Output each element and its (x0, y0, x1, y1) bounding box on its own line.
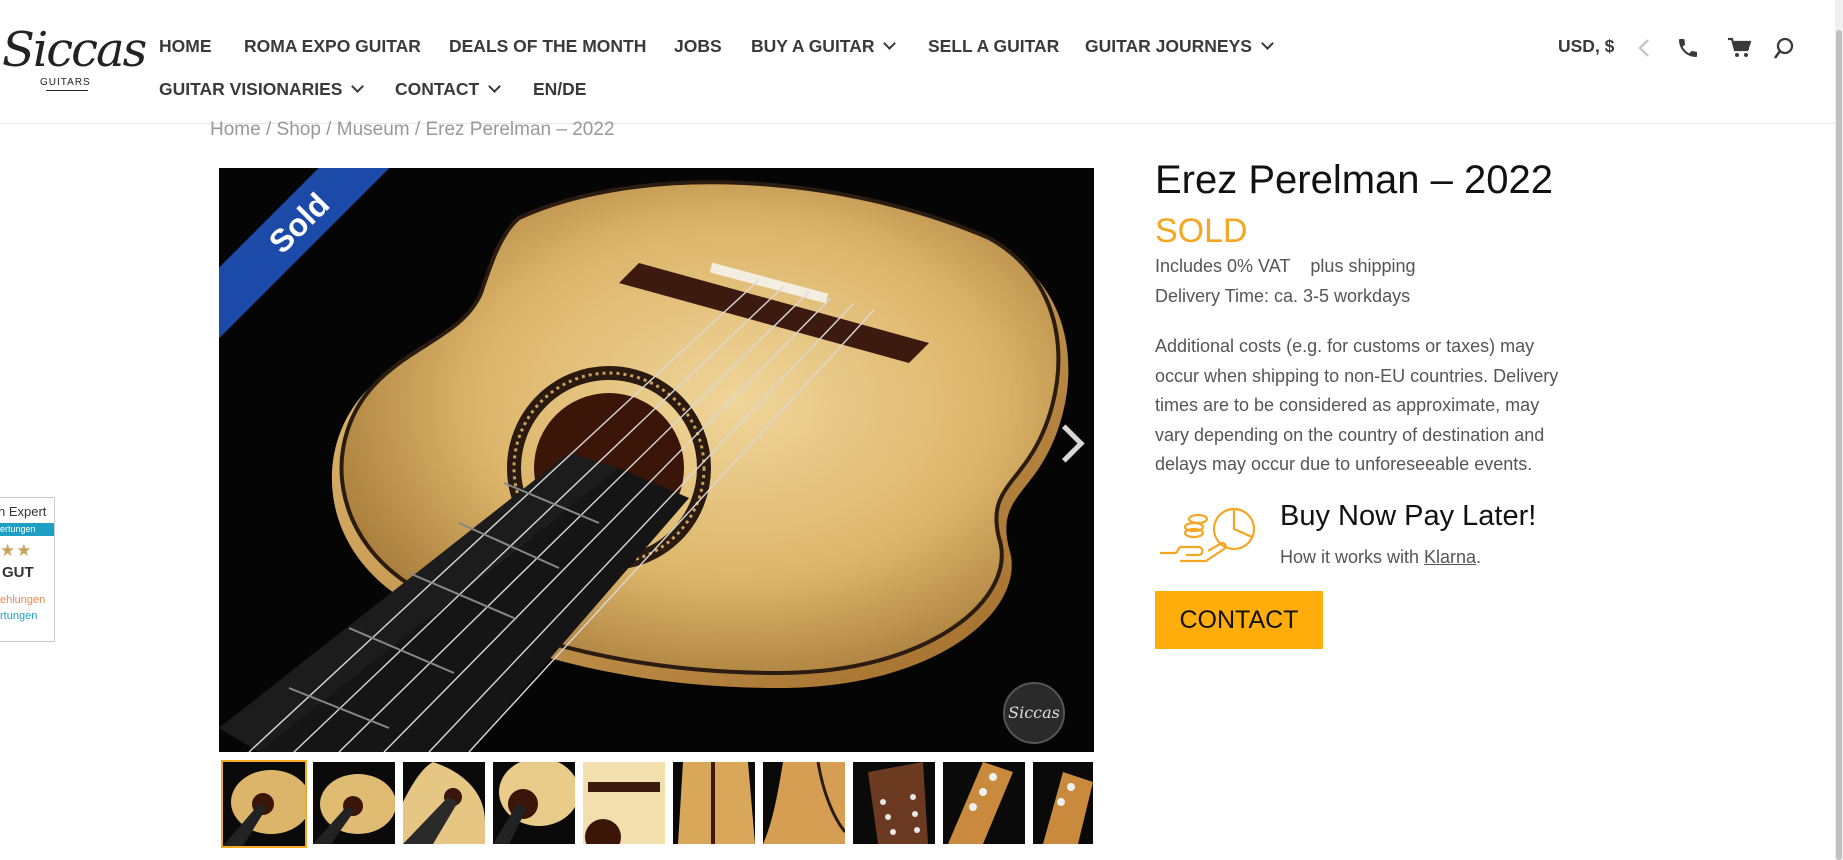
cart-icon[interactable] (1727, 37, 1751, 59)
chevron-down-icon (883, 37, 897, 50)
vat-text: Includes 0% VAT (1155, 256, 1291, 276)
page-scrollbar[interactable] (1835, 0, 1843, 860)
thumbnail-6[interactable] (673, 762, 755, 844)
rating-stars: ★★ (0, 541, 33, 560)
guitar-photo: Siccas (219, 168, 1094, 752)
bnpl-sub-text: How it works with (1280, 547, 1425, 567)
site-header: Siccas GUITARS HOME ROMA EXPO GUITAR DEA… (0, 0, 1835, 124)
nav-sell-guitar-label: SELL A GUITAR (928, 36, 1060, 56)
thumbnail-3[interactable] (403, 762, 485, 844)
product-main-image[interactable]: Siccas Sold (219, 168, 1094, 752)
nav-guitar-journeys-label: GUITAR JOURNEYS (1085, 36, 1252, 56)
breadcrumb-sep: / (409, 119, 426, 140)
logo-underline (46, 90, 88, 91)
breadcrumb-museum[interactable]: Museum (337, 119, 410, 140)
shipping-link[interactable]: plus shipping (1310, 256, 1415, 276)
buy-now-pay-later-icon (1160, 507, 1256, 563)
breadcrumb-home[interactable]: Home (210, 119, 261, 140)
breadcrumb-sep: / (260, 119, 277, 140)
bnpl-sub-suffix: . (1476, 547, 1482, 567)
nav-contact-label: CONTACT (395, 79, 480, 99)
nav-guitar-journeys[interactable]: GUITAR JOURNEYS (1085, 36, 1274, 57)
phone-icon[interactable] (1676, 36, 1700, 60)
additional-costs-note: Additional costs (e.g. for customs or ta… (1155, 336, 1559, 475)
thumbnail-4[interactable] (493, 762, 575, 844)
thumbnail-1[interactable] (221, 760, 307, 848)
klarna-link[interactable]: Klarna (1424, 547, 1476, 567)
chevron-down-icon (351, 80, 365, 93)
thumbnail-7[interactable] (763, 762, 845, 844)
nav-roma-expo-label: ROMA EXPO GUITAR (244, 36, 421, 56)
thumbnail-5[interactable] (583, 762, 665, 844)
nav-home[interactable]: HOME (159, 36, 212, 57)
nav-contact[interactable]: CONTACT (395, 79, 502, 100)
nav-language[interactable]: EN/DE (533, 79, 586, 100)
breadcrumb-shop[interactable]: Shop (277, 119, 321, 140)
thumbnail-9[interactable] (943, 762, 1025, 844)
contact-button[interactable]: CONTACT (1155, 591, 1323, 649)
nav-roma-expo[interactable]: ROMA EXPO GUITAR (244, 36, 421, 57)
bnpl-title: Buy Now Pay Later! (1280, 500, 1537, 532)
thumbnail-2[interactable] (313, 762, 395, 844)
currency-switcher[interactable]: USD, $ (1558, 36, 1614, 57)
vat-info: Includes 0% VAT plus shipping (1155, 256, 1416, 277)
chevron-left-icon[interactable] (1637, 38, 1651, 58)
search-icon[interactable] (1773, 37, 1795, 61)
trust-widget-bar: ertungen (0, 523, 54, 536)
thumbnail-10[interactable] (1033, 762, 1093, 844)
breadcrumb-current: Erez Perelman – 2022 (425, 119, 615, 140)
nav-guitar-visionaries[interactable]: GUITAR VISIONARIES (159, 79, 365, 100)
trust-widget[interactable]: n Expert ertungen ★★ GUT ehlungen rtunge… (0, 497, 55, 642)
scrollbar-thumb[interactable] (1836, 30, 1842, 860)
nav-buy-guitar-label: BUY A GUITAR (751, 36, 875, 56)
nav-jobs-label: JOBS (674, 36, 722, 56)
product-title: Erez Perelman – 2022 (1155, 158, 1554, 202)
thumbnail-8[interactable] (853, 762, 935, 844)
gallery-thumbnails (219, 760, 1094, 848)
nav-deals[interactable]: DEALS OF THE MONTH (449, 36, 646, 57)
bnpl-subtitle: How it works with Klarna. (1280, 547, 1481, 568)
chevron-down-icon (488, 80, 502, 93)
nav-language-label: EN/DE (533, 79, 587, 99)
delivery-time: Delivery Time: ca. 3-5 workdays (1155, 286, 1411, 306)
nav-home-label: HOME (159, 36, 212, 56)
nav-guitar-visionaries-label: GUITAR VISIONARIES (159, 79, 343, 99)
watermark-text: Siccas (1008, 703, 1060, 722)
breadcrumb: Home / Shop / Museum / Erez Perelman – 2… (210, 119, 615, 141)
logo-sub: GUITARS (40, 77, 91, 88)
product-status: SOLD (1155, 212, 1248, 250)
nav-jobs[interactable]: JOBS (674, 36, 722, 57)
breadcrumb-sep: / (320, 119, 337, 140)
nav-sell-guitar[interactable]: SELL A GUITAR (928, 36, 1059, 57)
nav-deals-label: DEALS OF THE MONTH (449, 36, 647, 56)
logo-script: Siccas (2, 22, 147, 78)
siccas-logo[interactable]: Siccas GUITARS (2, 22, 147, 92)
trust-widget-recommendations: ehlungen (0, 594, 46, 606)
rating-grade: GUT (2, 564, 34, 581)
chevron-down-icon (1261, 37, 1274, 50)
trust-widget-reviews: rtungen (0, 610, 38, 622)
trust-widget-title: n Expert (0, 504, 47, 519)
nav-buy-guitar[interactable]: BUY A GUITAR (751, 36, 897, 57)
